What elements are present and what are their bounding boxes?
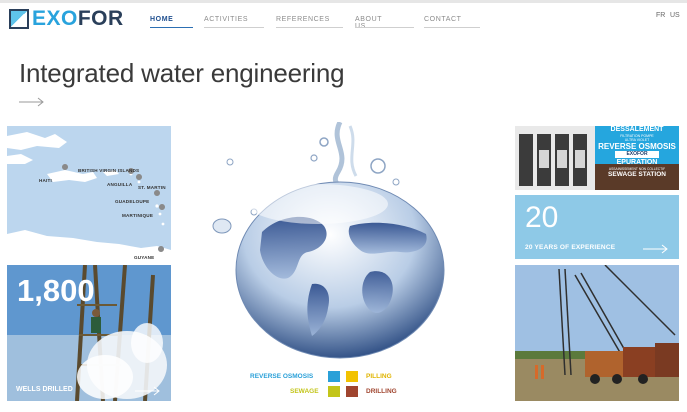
map-label-guadeloupe: GUADELOUPE [115, 199, 150, 204]
arrow-right-icon[interactable] [135, 386, 161, 396]
map-label-haiti: HAITI [39, 178, 52, 183]
drilling-rig-photo [515, 265, 679, 401]
map-label-british-virgin-islands: BRITISH VIRGIN ISLANDS [78, 168, 140, 173]
nav-underline-about-us [355, 27, 414, 28]
experience-tile[interactable]: 20 20 YEARS OF EXPERIENCE [515, 195, 679, 259]
map-label-st-martin: ST. MARTIN [138, 185, 166, 190]
signboard-line-8: SEWAGE STATION [608, 171, 666, 178]
logo-wordmark-for: FOR [77, 7, 124, 30]
legend-label-sewage[interactable]: SEWAGE [290, 388, 319, 395]
top-border [0, 0, 687, 3]
page-title: Integrated water engineering [19, 58, 345, 88]
arrow-right-icon[interactable] [643, 244, 669, 254]
wells-drilled-tile[interactable]: 1,800 WELLS DRILLED [7, 265, 171, 401]
lang-us-link[interactable]: US [670, 12, 680, 19]
signboard-line-1: DESSALEMENT [610, 126, 664, 133]
nav-underline-activities [204, 27, 264, 28]
lang-fr-link[interactable]: FR [656, 12, 665, 19]
legend-label-pilling[interactable]: PILLING [366, 373, 392, 380]
signboard-line-5: EXOFOR [615, 151, 659, 158]
legend-swatch-reverse-osmosis [328, 371, 340, 382]
nav-underline-home [150, 27, 193, 28]
treatment-station-photo-tile[interactable]: DESSALEMENT FILTRATION POMPE ULTRA VIOLE… [515, 126, 679, 190]
map-label-martinique: MARTINIQUE [122, 213, 154, 218]
exofor-logo[interactable]: EXOFOR [9, 8, 124, 30]
map-label-anguilla: ANGUILLA [107, 182, 133, 187]
legend-label-reverse-osmosis[interactable]: REVERSE OSMOSIS [250, 373, 313, 380]
wells-drilled-caption: WELLS DRILLED [16, 386, 73, 393]
nav-underline-references [276, 27, 343, 28]
wells-drilled-count: 1,800 [17, 273, 95, 308]
arrow-right-icon[interactable] [19, 97, 45, 107]
signboard: DESSALEMENT FILTRATION POMPE ULTRA VIOLE… [597, 126, 677, 179]
nav-item-home[interactable]: HOME [150, 16, 173, 23]
legend-swatch-sewage [328, 386, 340, 397]
water-globe-image [212, 120, 445, 359]
signboard-line-6: EPURATION [616, 159, 658, 166]
nav-item-contact[interactable]: CONTACT [424, 16, 462, 23]
legend-label-drilling[interactable]: DRILLING [366, 388, 397, 395]
legend-swatch-drilling [346, 386, 358, 397]
water-globe-illustration [200, 120, 480, 367]
experience-years-value: 20 [525, 201, 559, 234]
caribbean-map-tile[interactable]: HAITI BRITISH VIRGIN ISLANDS ANGUILLA ST… [7, 126, 171, 260]
caribbean-map-image [7, 126, 171, 260]
services-legend: REVERSE OSMOSIS PILLING SEWAGE DRILLING [248, 370, 408, 400]
logo-wordmark: EXOFOR [32, 8, 124, 30]
nav-item-references[interactable]: REFERENCES [276, 16, 330, 23]
experience-caption: 20 YEARS OF EXPERIENCE [525, 244, 616, 251]
nav-item-activities[interactable]: ACTIVITIES [204, 16, 248, 23]
nav-underline-contact [424, 27, 480, 28]
logo-mark-icon [9, 9, 29, 29]
drilling-rig-photo-tile[interactable] [515, 265, 679, 401]
map-label-guyane: GUYANE [134, 255, 155, 260]
signboard-line-4: REVERSE OSMOSIS [598, 142, 676, 151]
logo-wordmark-exo: EXO [32, 7, 78, 30]
legend-swatch-pilling [346, 371, 358, 382]
